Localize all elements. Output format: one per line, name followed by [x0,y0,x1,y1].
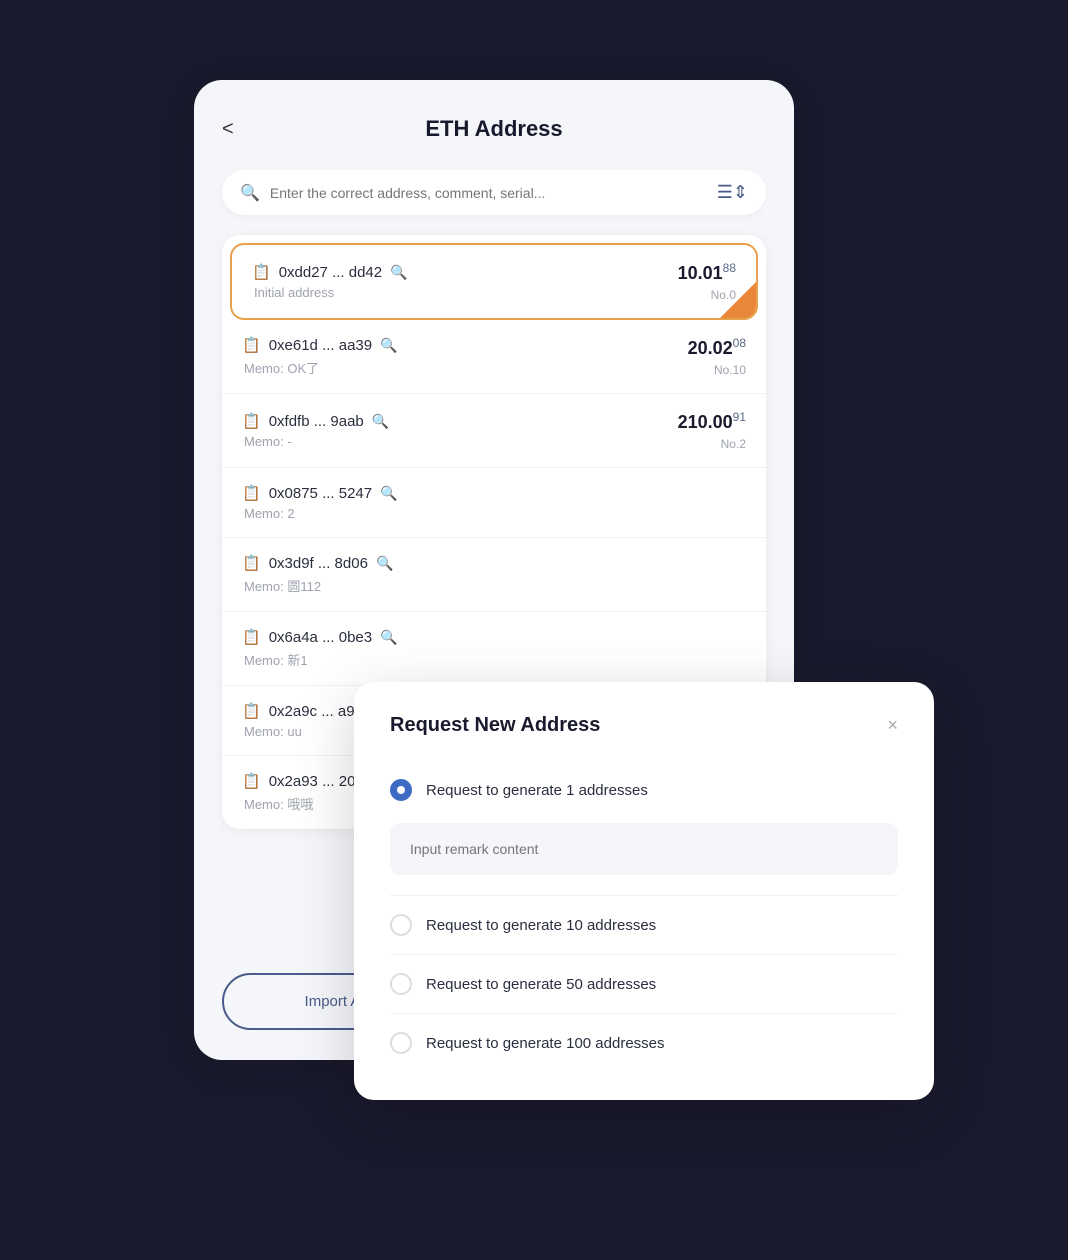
search-address-icon[interactable]: 🔍 [376,555,393,572]
address-left: 📋 0x6a4a ... 0be3 🔍 Memo: 新1 [242,628,398,669]
address-top: 📋 0xfdfb ... 9aab 🔍 [242,412,389,430]
search-address-icon[interactable]: 🔍 [380,485,397,502]
page-title: ETH Address [425,116,562,142]
main-container: < ETH Address 🔍 ☰⇕ 📋 0xdd27 ... dd42 🔍 I… [194,80,874,1180]
radio-option-2[interactable]: Request to generate 10 addresses [390,900,898,950]
search-icon: 🔍 [240,183,260,203]
address-memo: Memo: OK了 [242,358,398,377]
address-memo: Memo: 圆112 [242,576,393,595]
remark-input[interactable] [390,823,898,875]
copy-icon[interactable]: 📋 [252,263,271,281]
address-item[interactable]: 📋 0xe61d ... aa39 🔍 Memo: OK了 20.0208 No… [222,320,766,394]
radio-button-2[interactable] [390,914,412,936]
address-right: 20.0208 No.10 [688,336,746,377]
radio-option-3[interactable]: Request to generate 50 addresses [390,959,898,1009]
address-text: 0xdd27 ... dd42 [279,264,382,281]
address-item[interactable]: 📋 0x3d9f ... 8d06 🔍 Memo: 圆112 [222,538,766,612]
address-left: 📋 0xe61d ... aa39 🔍 Memo: OK了 [242,336,398,377]
divider [390,954,898,955]
address-memo: Memo: 2 [242,506,398,521]
address-top: 📋 0xdd27 ... dd42 🔍 [252,263,408,281]
modal-header: Request New Address × [390,714,898,737]
radio-label-1: Request to generate 1 addresses [426,782,648,799]
address-left: 📋 0xfdfb ... 9aab 🔍 Memo: - [242,412,389,449]
copy-icon[interactable]: 📋 [242,484,261,502]
address-left: 📋 0xdd27 ... dd42 🔍 Initial address [252,263,408,300]
address-item[interactable]: 📋 0x0875 ... 5247 🔍 Memo: 2 [222,468,766,538]
divider [390,1013,898,1014]
amount: 20.0208 [688,336,746,359]
radio-option-4[interactable]: Request to generate 100 addresses [390,1018,898,1068]
address-item[interactable]: 📋 0xfdfb ... 9aab 🔍 Memo: - 210.0091 No.… [222,394,766,468]
modal-title: Request New Address [390,714,600,737]
radio-option-1[interactable]: Request to generate 1 addresses [390,765,898,815]
search-input[interactable] [270,185,707,201]
copy-icon[interactable]: 📋 [242,336,261,354]
address-memo: Memo: - [242,434,389,449]
address-text: 0xfdfb ... 9aab [269,413,364,430]
address-left: 📋 0x3d9f ... 8d06 🔍 Memo: 圆112 [242,554,393,595]
copy-icon[interactable]: 📋 [242,412,261,430]
request-new-address-modal: Request New Address × Request to generat… [354,682,934,1100]
header: < ETH Address [222,116,766,142]
badge: No.10 [714,363,746,377]
address-top: 📋 0x3d9f ... 8d06 🔍 [242,554,393,572]
address-right: 210.0091 No.2 [678,410,746,451]
copy-icon[interactable]: 📋 [242,772,261,790]
divider [390,895,898,896]
address-item[interactable]: 📋 0x6a4a ... 0be3 🔍 Memo: 新1 [222,612,766,686]
address-top: 📋 0x6a4a ... 0be3 🔍 [242,628,398,646]
radio-button-3[interactable] [390,973,412,995]
badge: No.2 [721,437,746,451]
search-address-icon[interactable]: 🔍 [380,337,397,354]
address-memo: Memo: 新1 [242,650,398,669]
radio-label-3: Request to generate 50 addresses [426,976,656,993]
radio-button-4[interactable] [390,1032,412,1054]
copy-icon[interactable]: 📋 [242,702,261,720]
amount: 10.0188 [678,261,736,284]
search-address-icon[interactable]: 🔍 [372,413,389,430]
search-address-icon[interactable]: 🔍 [380,629,397,646]
modal-close-button[interactable]: × [887,715,898,736]
address-text: 0x6a4a ... 0be3 [269,629,372,646]
copy-icon[interactable]: 📋 [242,554,261,572]
address-left: 📋 0x0875 ... 5247 🔍 Memo: 2 [242,484,398,521]
address-top: 📋 0x0875 ... 5247 🔍 [242,484,398,502]
address-item[interactable]: 📋 0xdd27 ... dd42 🔍 Initial address 10.0… [230,243,758,320]
search-address-icon[interactable]: 🔍 [390,264,407,281]
amount: 210.0091 [678,410,746,433]
address-text: 0x0875 ... 5247 [269,485,372,502]
filter-icon[interactable]: ☰⇕ [717,182,748,203]
address-text: 0xe61d ... aa39 [269,337,372,354]
address-text: 0x3d9f ... 8d06 [269,555,368,572]
back-button[interactable]: < [222,118,234,141]
active-corner [720,282,756,318]
address-top: 📋 0xe61d ... aa39 🔍 [242,336,398,354]
radio-label-4: Request to generate 100 addresses [426,1035,665,1052]
radio-button-1[interactable] [390,779,412,801]
search-bar: 🔍 ☰⇕ [222,170,766,215]
copy-icon[interactable]: 📋 [242,628,261,646]
address-memo: Initial address [252,285,408,300]
radio-label-2: Request to generate 10 addresses [426,917,656,934]
